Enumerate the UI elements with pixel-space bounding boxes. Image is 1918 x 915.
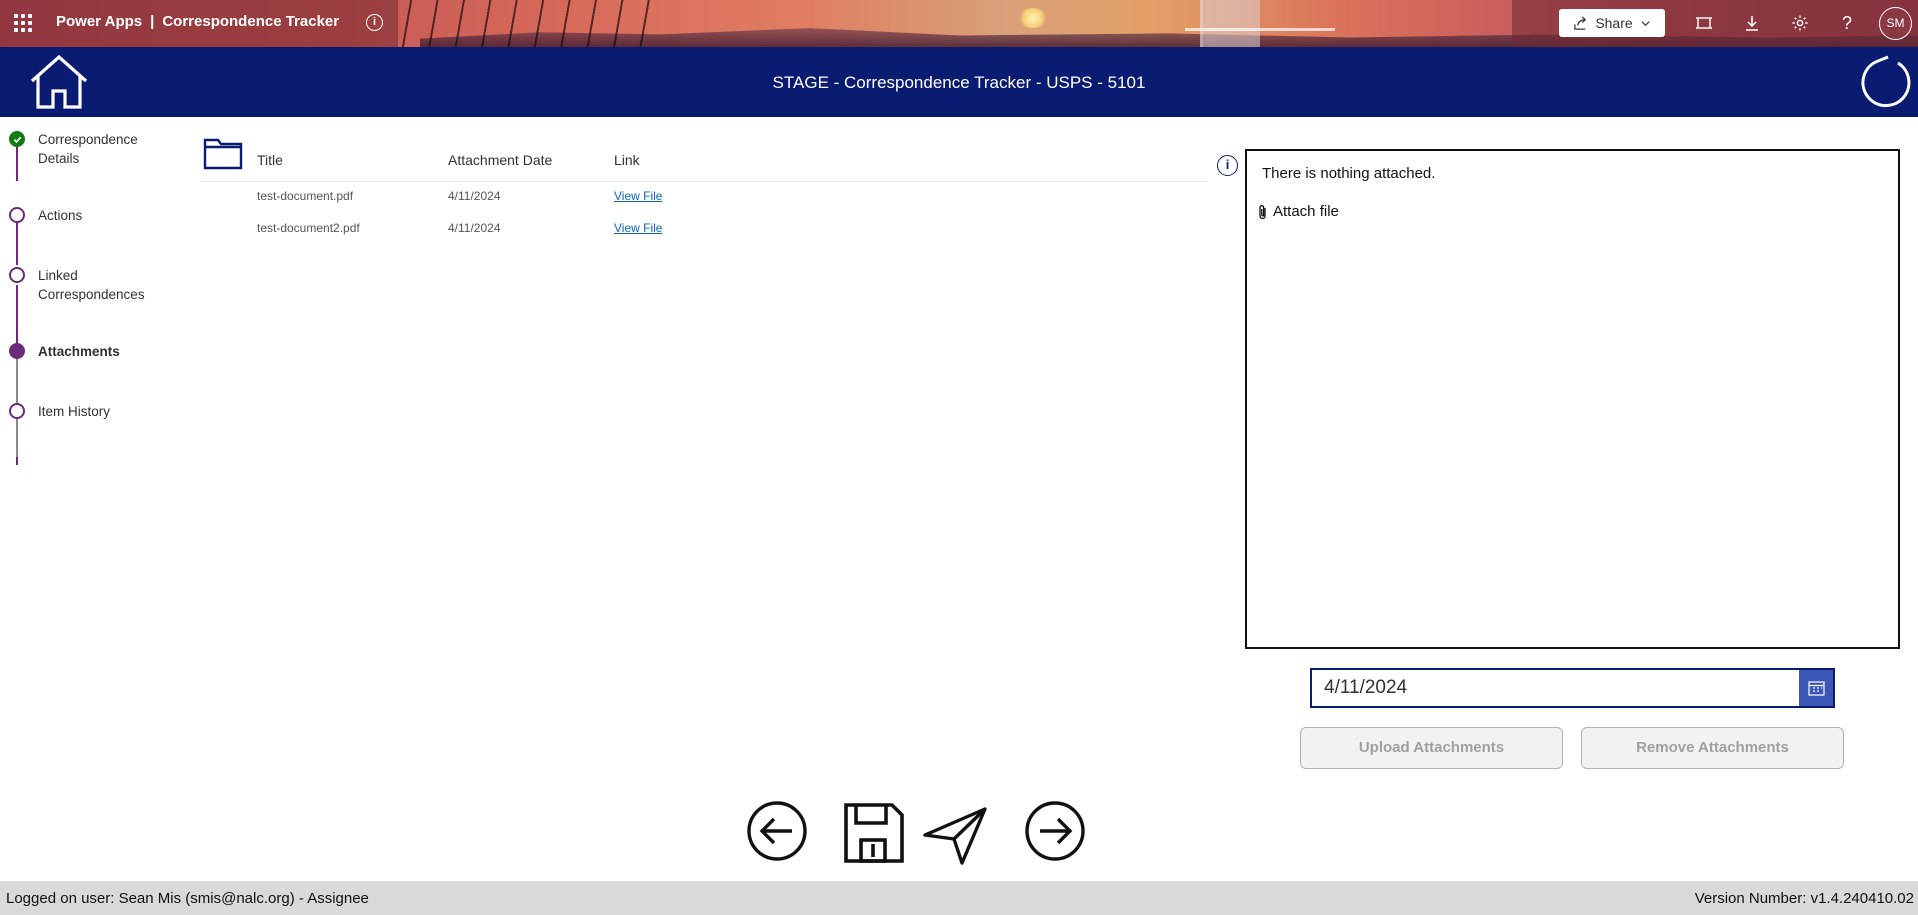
attachment-control: There is nothing attached. Attach file [1245, 149, 1900, 649]
stepper-connector [16, 221, 18, 265]
column-header-link: Link [614, 152, 640, 168]
fit-to-window-icon[interactable] [1693, 12, 1715, 34]
view-file-link[interactable]: View File [614, 221, 662, 235]
background-palms [400, 0, 650, 47]
version-number: Version Number: v1.4.240410.02 [1694, 890, 1914, 907]
step-label: Linked Correspondences [38, 268, 145, 302]
cell-date: 4/11/2024 [448, 189, 501, 203]
upload-attachments-button[interactable]: Upload Attachments [1300, 727, 1563, 769]
app-launcher-icon[interactable] [14, 14, 32, 32]
step-item-history[interactable]: Item History [9, 402, 168, 421]
step-label: Attachments [38, 344, 120, 359]
step-circle-icon [9, 207, 25, 223]
share-icon [1574, 16, 1587, 30]
view-file-link[interactable]: View File [614, 189, 662, 203]
date-input[interactable] [1312, 670, 1797, 706]
send-icon[interactable] [922, 805, 988, 865]
user-avatar[interactable]: SM [1879, 7, 1912, 40]
progress-stepper: Correspondence Details Actions Linked Co… [0, 117, 190, 517]
attach-file-label: Attach file [1273, 203, 1339, 220]
background-lifeguard-tower [1200, 0, 1260, 47]
column-header-date: Attachment Date [448, 152, 553, 168]
step-linked-correspondences[interactable]: Linked Correspondences [9, 266, 168, 304]
app-title: Power Apps | Correspondence Tracker [56, 13, 339, 30]
share-button[interactable]: Share [1559, 9, 1665, 37]
step-attachments[interactable]: Attachments [9, 342, 168, 361]
empty-attachments-text: There is nothing attached. [1262, 165, 1436, 182]
attach-file-link[interactable]: Attach file [1257, 203, 1339, 220]
cell-title: test-document2.pdf [257, 221, 360, 235]
step-correspondence-details[interactable]: Correspondence Details [9, 130, 168, 168]
step-actions[interactable]: Actions [9, 206, 168, 225]
step-circle-icon [9, 267, 25, 283]
step-circle-filled-icon [9, 343, 25, 359]
settings-gear-icon[interactable] [1789, 12, 1811, 34]
powerapps-topbar: Power Apps | Correspondence Tracker i Shar… [0, 0, 1918, 47]
column-header-title: Title [257, 152, 283, 168]
forward-arrow-icon[interactable] [1024, 800, 1086, 862]
info-icon[interactable]: i [1217, 155, 1238, 176]
chevron-down-icon [1641, 20, 1650, 26]
back-arrow-icon[interactable] [746, 800, 808, 862]
page-header: STAGE - Correspondence Tracker - USPS - … [0, 47, 1918, 117]
calendar-button[interactable] [1799, 670, 1833, 706]
step-label: Correspondence Details [38, 132, 138, 166]
save-icon[interactable] [843, 802, 905, 864]
check-circle-icon [9, 131, 25, 147]
calendar-icon [1807, 680, 1825, 696]
paperclip-icon [1259, 204, 1266, 219]
help-icon[interactable]: ? [1836, 12, 1858, 34]
step-label: Actions [38, 208, 83, 223]
logged-on-user: Logged on user: Sean Mis (smis@nalc.org)… [6, 890, 369, 907]
refresh-icon[interactable] [1858, 55, 1912, 109]
step-circle-icon [9, 403, 25, 419]
app-name: Power Apps [56, 13, 143, 30]
attachment-date-picker[interactable] [1310, 668, 1835, 708]
download-icon[interactable] [1741, 12, 1763, 34]
app-info-icon[interactable]: i [366, 14, 383, 31]
status-footer: Logged on user: Sean Mis (smis@nalc.org)… [0, 881, 1918, 915]
table-row: test-document2.pdf 4/11/2024 View File [200, 221, 1208, 249]
cell-title: test-document.pdf [257, 189, 354, 203]
background-sun [1018, 8, 1048, 28]
title-separator: | [150, 13, 155, 30]
table-row: test-document.pdf 4/11/2024 View File [200, 189, 1208, 217]
table-header: Title Attachment Date Link [200, 150, 1208, 182]
step-label: Item History [38, 404, 111, 419]
app-title-text: Correspondence Tracker [162, 13, 340, 30]
share-label: Share [1595, 15, 1633, 31]
page-title: STAGE - Correspondence Tracker - USPS - … [772, 73, 1146, 92]
background-rail [1185, 28, 1335, 31]
remove-attachments-button[interactable]: Remove Attachments [1581, 727, 1844, 769]
cell-date: 4/11/2024 [448, 221, 501, 235]
